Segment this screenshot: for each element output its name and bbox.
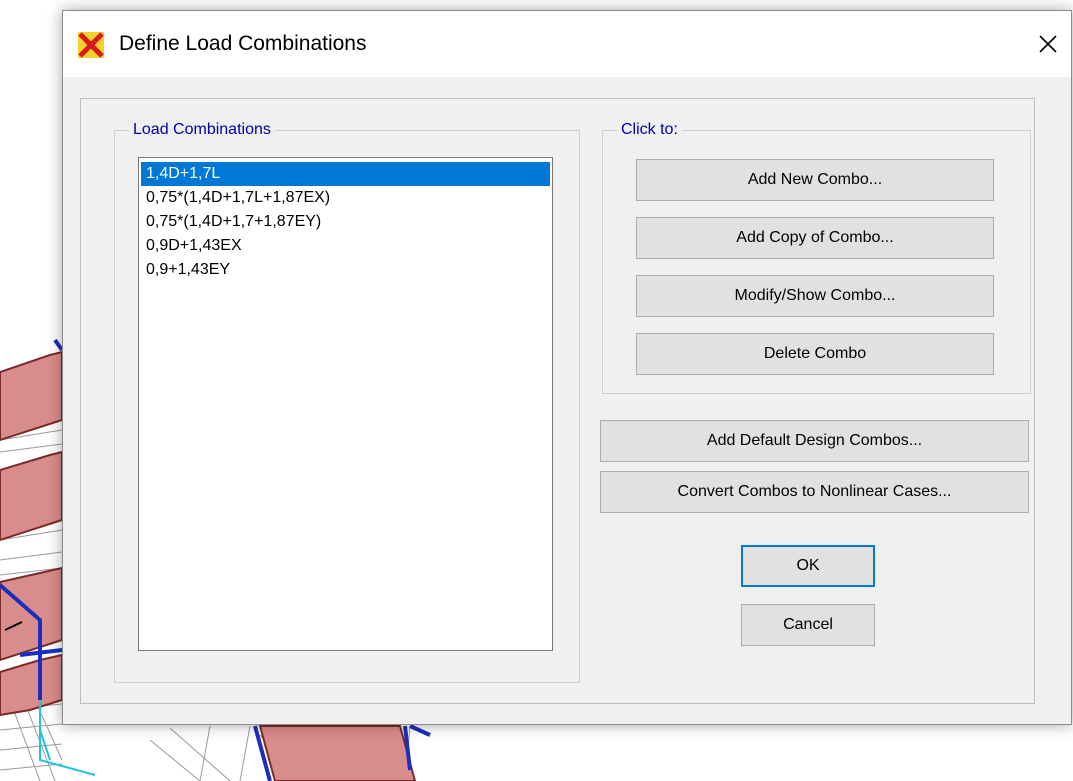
close-button[interactable]	[1025, 11, 1071, 77]
list-item[interactable]: 0,75*(1,4D+1,7L+1,87EX)	[141, 186, 550, 210]
ok-button[interactable]: OK	[741, 545, 875, 587]
delete-combo-button[interactable]: Delete Combo	[636, 333, 994, 375]
click-to-label: Click to:	[617, 121, 682, 139]
dialog-title: Define Load Combinations	[119, 32, 367, 55]
convert-combos-to-nonlinear-button[interactable]: Convert Combos to Nonlinear Cases...	[600, 471, 1029, 513]
etabs-app-icon	[78, 32, 104, 58]
list-item[interactable]: 0,9+1,43EY	[141, 258, 550, 282]
add-new-combo-button[interactable]: Add New Combo...	[636, 159, 994, 201]
add-copy-of-combo-button[interactable]: Add Copy of Combo...	[636, 217, 994, 259]
title-bar[interactable]: Define Load Combinations	[63, 11, 1071, 77]
cancel-button[interactable]: Cancel	[741, 604, 875, 646]
add-default-design-combos-button[interactable]: Add Default Design Combos...	[600, 420, 1029, 462]
close-icon	[1039, 35, 1057, 53]
modify-show-combo-button[interactable]: Modify/Show Combo...	[636, 275, 994, 317]
load-combinations-label: Load Combinations	[129, 121, 275, 139]
define-load-combinations-dialog: Define Load Combinations Load Combinatio…	[62, 10, 1072, 725]
list-item[interactable]: 1,4D+1,7L	[141, 162, 550, 186]
list-item[interactable]: 0,9D+1,43EX	[141, 234, 550, 258]
list-item[interactable]: 0,75*(1,4D+1,7+1,87EY)	[141, 210, 550, 234]
load-combinations-listbox[interactable]: 1,4D+1,7L 0,75*(1,4D+1,7L+1,87EX) 0,75*(…	[138, 157, 553, 651]
